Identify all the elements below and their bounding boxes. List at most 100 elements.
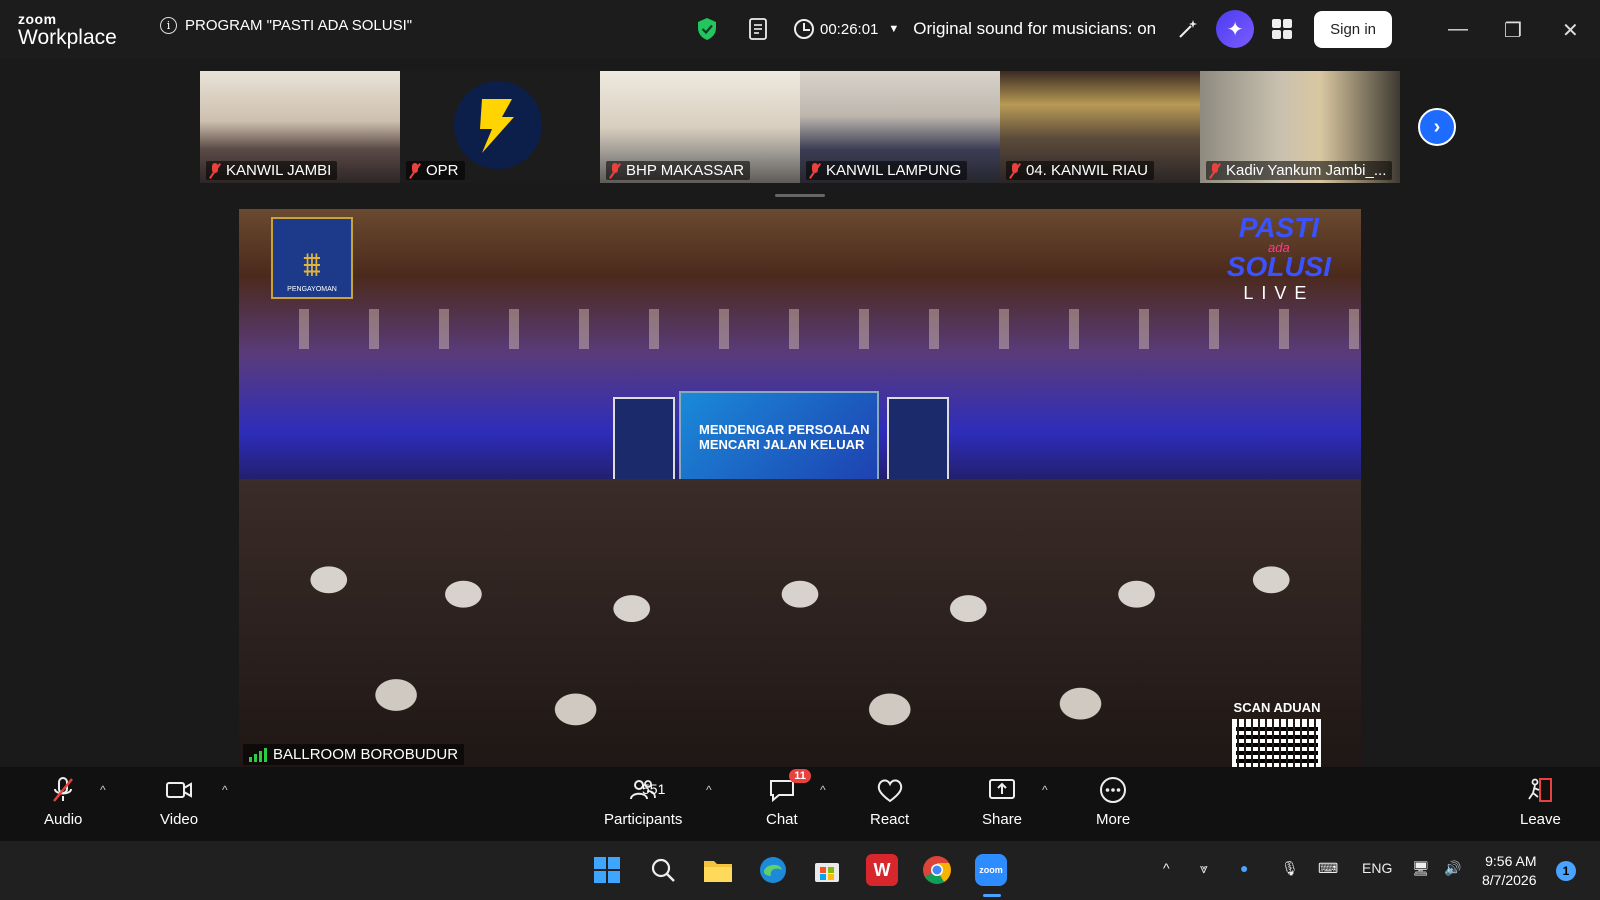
microsoft-store-icon[interactable] bbox=[811, 854, 843, 886]
program-overlay-logo: PASTI ada SOLUSI LIVE bbox=[1226, 212, 1331, 303]
pengayoman-logo: ⩩ PENGAYOMAN bbox=[271, 217, 353, 299]
minimize-icon[interactable]: — bbox=[1448, 18, 1468, 41]
ai-companion-button[interactable]: ✦ bbox=[1216, 10, 1255, 48]
more-label: More bbox=[1096, 811, 1131, 828]
notes-icon[interactable] bbox=[746, 17, 770, 41]
overlay-live: LIVE bbox=[1243, 282, 1315, 303]
meeting-controls: Audio ^ Video ^ 551 Participants ^ 11 Ch… bbox=[0, 767, 1600, 841]
zoom-app-icon[interactable]: zoom bbox=[975, 854, 1007, 886]
leave-button[interactable]: Leave bbox=[1520, 775, 1561, 828]
participants-button[interactable]: 551 Participants bbox=[604, 775, 682, 828]
thumbnail-tile[interactable]: BHP MAKASSAR bbox=[600, 71, 800, 183]
thumbnail-name: KANWIL LAMPUNG bbox=[826, 162, 962, 179]
title-bar: zoom Workplace i PROGRAM "PASTI ADA SOLU… bbox=[0, 0, 1600, 58]
clock-icon bbox=[794, 19, 814, 39]
mic-muted-icon bbox=[410, 162, 420, 179]
brand-small: zoom bbox=[18, 11, 57, 27]
active-app-indicator bbox=[983, 894, 1001, 897]
share-screen-icon bbox=[989, 779, 1016, 799]
more-button[interactable]: More bbox=[1096, 775, 1130, 828]
leave-label: Leave bbox=[1520, 811, 1561, 828]
apps-icon[interactable] bbox=[1272, 19, 1293, 39]
notification-badge[interactable]: 1 bbox=[1556, 861, 1576, 881]
brand-large: Workplace bbox=[18, 26, 117, 49]
video-camera-icon bbox=[166, 782, 193, 798]
app-tray-icon[interactable]: ● bbox=[1240, 860, 1248, 876]
strip-drag-handle[interactable] bbox=[775, 194, 825, 197]
speaker-name: BALLROOM BOROBUDUR bbox=[273, 746, 459, 763]
thumbnail-label: BHP MAKASSAR bbox=[606, 161, 751, 180]
share-label: Share bbox=[982, 811, 1023, 828]
audience-tables bbox=[239, 479, 1361, 767]
meeting-timer[interactable]: 00:26:01 ▼ bbox=[794, 19, 899, 39]
participants-label: Participants bbox=[604, 811, 683, 828]
stage-banner-right bbox=[887, 397, 949, 489]
zoom-logo: zoom Workplace bbox=[18, 12, 117, 48]
original-sound-status[interactable]: Original sound for musicians: on bbox=[913, 19, 1156, 39]
title-bar-controls: 00:26:01 ▼ Original sound for musicians:… bbox=[696, 10, 1392, 48]
edge-browser-icon[interactable] bbox=[757, 854, 789, 886]
info-icon[interactable]: i bbox=[160, 17, 177, 34]
thumbnail-tile[interactable]: KANWIL LAMPUNG bbox=[800, 71, 1000, 183]
qr-code-icon bbox=[1232, 719, 1322, 767]
mic-muted-icon bbox=[1210, 162, 1220, 179]
sign-in-button[interactable]: Sign in bbox=[1314, 10, 1392, 48]
microphone-tray-icon[interactable]: 🎙 bbox=[1281, 860, 1299, 877]
show-hidden-icons-caret[interactable]: ^ bbox=[1163, 860, 1170, 876]
meeting-info[interactable]: i PROGRAM "PASTI ADA SOLUSI" bbox=[160, 17, 412, 34]
chat-button[interactable]: 11 Chat bbox=[766, 769, 811, 828]
close-icon[interactable]: ✕ bbox=[1562, 18, 1579, 43]
network-icon[interactable]: 🖥 bbox=[1412, 860, 1430, 877]
chat-label: Chat bbox=[766, 811, 798, 828]
encryption-shield-icon[interactable] bbox=[696, 17, 718, 41]
keyboard-tray-icon[interactable]: ⌨ bbox=[1318, 860, 1338, 877]
thumbnail-name: 04. KANWIL RIAU bbox=[1026, 162, 1148, 179]
share-button[interactable]: Share bbox=[982, 775, 1022, 828]
participants-options-caret[interactable]: ^ bbox=[706, 783, 712, 797]
video-options-caret[interactable]: ^ bbox=[222, 783, 228, 797]
thumbnail-label: 04. KANWIL RIAU bbox=[1006, 161, 1154, 180]
meeting-title: PROGRAM "PASTI ADA SOLUSI" bbox=[185, 17, 413, 34]
chevron-right-icon: › bbox=[1433, 115, 1441, 138]
chrome-browser-icon[interactable] bbox=[921, 854, 953, 886]
video-thumbnail-strip: KANWIL JAMBI OPR bbox=[200, 71, 600, 183]
active-speaker-video[interactable]: ⩩ PENGAYOMAN PASTI ada SOLUSI LIVE MENDE… bbox=[239, 209, 1361, 767]
scan-label: SCAN ADUAN bbox=[1233, 700, 1321, 715]
chat-options-caret[interactable]: ^ bbox=[820, 783, 826, 797]
thumbnail-name: KANWIL JAMBI bbox=[226, 162, 332, 179]
mic-muted-icon bbox=[610, 162, 620, 179]
chat-icon: 11 bbox=[767, 769, 811, 805]
more-icon bbox=[1100, 777, 1127, 803]
leave-icon bbox=[1528, 778, 1553, 802]
mic-muted-icon bbox=[210, 162, 220, 179]
volume-icon[interactable]: 🔊 bbox=[1444, 860, 1461, 877]
share-options-caret[interactable]: ^ bbox=[1042, 783, 1048, 797]
thumbnail-tile[interactable]: OPR bbox=[400, 71, 600, 183]
vpn-tray-icon[interactable]: ⩔ bbox=[1200, 860, 1208, 877]
wps-office-icon[interactable]: W bbox=[866, 854, 898, 886]
stage-screen-text: MENDENGAR PERSOALAN MENCARI JALAN KELUAR bbox=[699, 422, 870, 452]
search-icon[interactable] bbox=[647, 854, 679, 886]
restore-icon[interactable]: ❐ bbox=[1504, 18, 1522, 43]
overlay-line-3: SOLUSI bbox=[1226, 250, 1331, 282]
next-page-button[interactable]: › bbox=[1418, 108, 1456, 146]
pillars-icon: ⩩ bbox=[302, 246, 322, 284]
react-button[interactable]: React bbox=[870, 775, 909, 828]
thumbnail-tile[interactable]: Kadiv Yankum Jambi_... bbox=[1200, 71, 1400, 183]
thumbnail-tile[interactable]: 04. KANWIL RIAU bbox=[1000, 71, 1200, 183]
file-explorer-icon[interactable] bbox=[702, 854, 734, 886]
audio-button[interactable]: Audio bbox=[44, 775, 82, 828]
thumbnail-tile[interactable]: KANWIL JAMBI bbox=[200, 71, 400, 183]
input-language[interactable]: ENG bbox=[1362, 860, 1392, 876]
windows-start-icon[interactable] bbox=[591, 854, 623, 886]
overlay-line-1: PASTI bbox=[1238, 212, 1320, 243]
logo-text: PENGAYOMAN bbox=[287, 286, 337, 293]
thumbnail-name: BHP MAKASSAR bbox=[626, 162, 745, 179]
chevron-down-icon[interactable]: ▼ bbox=[888, 23, 899, 35]
video-thumbnail-strip-right: BHP MAKASSAR KANWIL LAMPUNG 04. KANWIL R… bbox=[600, 71, 1400, 183]
audio-options-caret[interactable]: ^ bbox=[100, 783, 106, 797]
system-clock[interactable]: 9:56 AM 8/7/2026 bbox=[1482, 852, 1537, 890]
ceiling-lights bbox=[239, 309, 1361, 349]
video-button[interactable]: Video bbox=[160, 775, 198, 828]
magic-wand-icon[interactable] bbox=[1176, 17, 1200, 41]
